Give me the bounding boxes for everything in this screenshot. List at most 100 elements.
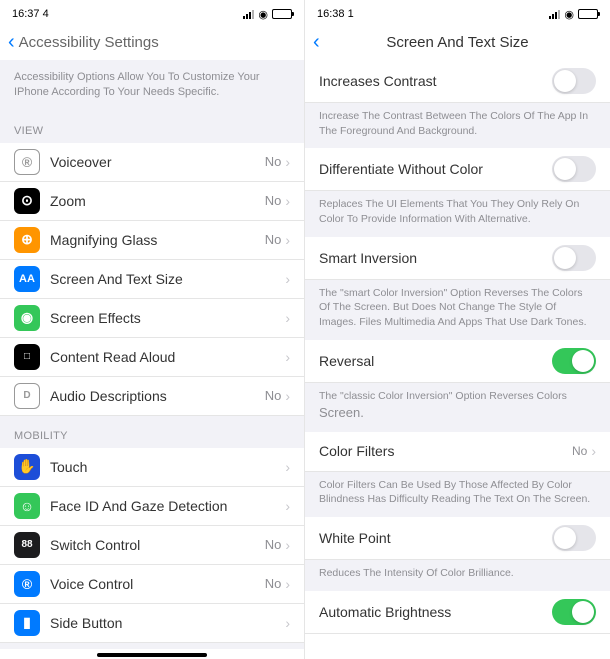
status-time: 16:37 4 xyxy=(12,8,49,20)
chevron-right-icon: › xyxy=(285,310,290,326)
row-readaloud[interactable]: □ Content Read Aloud › xyxy=(0,338,304,377)
row-switch[interactable]: 88 Switch Control No › xyxy=(0,526,304,565)
voiceover-icon: ® xyxy=(14,149,40,175)
touch-icon: ✋ xyxy=(14,454,40,480)
status-bar: 16:37 4 ◉ xyxy=(0,4,304,24)
row-voicectrl[interactable]: ® Voice Control No › xyxy=(0,565,304,604)
battery-icon xyxy=(578,9,598,19)
row-color-filters[interactable]: Color Filters No › xyxy=(305,432,610,472)
chevron-right-icon: › xyxy=(285,537,290,553)
row-auto-brightness[interactable]: Automatic Brightness xyxy=(305,591,610,634)
row-effects[interactable]: ◉ Screen Effects › xyxy=(0,299,304,338)
desc-reversal: The "classic Color Inversion" Option Rev… xyxy=(305,383,610,432)
toggle-autobright[interactable] xyxy=(552,599,596,625)
chevron-right-icon: › xyxy=(285,271,290,287)
home-indicator[interactable] xyxy=(97,653,207,657)
signal-icon xyxy=(243,10,254,19)
desc-whitepoint: Reduces The Intensity Of Color Brillianc… xyxy=(305,560,610,591)
magnifying-icon: ⊕ xyxy=(14,227,40,253)
page-title: Screen And Text Size xyxy=(386,34,528,51)
desc-diffcolor: Replaces The UI Elements That You They O… xyxy=(305,191,610,236)
screentext-icon: AA xyxy=(14,266,40,292)
row-label: Increases Contrast xyxy=(319,73,552,89)
row-diff-color[interactable]: Differentiate Without Color xyxy=(305,148,610,191)
row-label: Switch Control xyxy=(50,537,265,553)
row-label: Voiceover xyxy=(50,154,265,170)
chevron-right-icon: › xyxy=(285,576,290,592)
desc-contrast: Increase The Contrast Between The Colors… xyxy=(305,103,610,148)
toggle-reversal[interactable] xyxy=(552,348,596,374)
zoom-icon: ⊙ xyxy=(14,188,40,214)
signal-icon xyxy=(549,10,560,19)
row-zoom[interactable]: ⊙ Zoom No › xyxy=(0,182,304,221)
chevron-right-icon: › xyxy=(285,232,290,248)
toggle-whitepoint[interactable] xyxy=(552,525,596,551)
readaloud-icon: □ xyxy=(14,344,40,370)
row-label: Color Filters xyxy=(319,443,572,459)
back-button[interactable]: ‹ xyxy=(313,31,320,54)
row-value: No xyxy=(265,388,282,403)
row-smart-inversion[interactable]: Smart Inversion xyxy=(305,237,610,280)
row-label: Magnifying Glass xyxy=(50,232,265,248)
row-label: Screen And Text Size xyxy=(50,271,285,287)
audiodesc-icon: D xyxy=(14,383,40,409)
back-button[interactable]: ‹ xyxy=(8,31,15,54)
row-label: Face ID And Gaze Detection xyxy=(50,498,285,514)
status-bar: 16:38 1 ◉ xyxy=(305,4,610,24)
row-magnifying[interactable]: ⊕ Magnifying Glass No › xyxy=(0,221,304,260)
status-right: ◉ xyxy=(549,8,598,21)
toggle-diffcolor[interactable] xyxy=(552,156,596,182)
desc-text-big: Screen. xyxy=(319,405,364,420)
row-label: Touch xyxy=(50,459,285,475)
row-label: Side Button xyxy=(50,615,285,631)
content-scroll[interactable]: Increases Contrast Increase The Contrast… xyxy=(305,60,610,659)
row-value: No xyxy=(265,193,282,208)
row-screentext[interactable]: AA Screen And Text Size › xyxy=(0,260,304,299)
wifi-icon: ◉ xyxy=(564,8,574,21)
toggle-contrast[interactable] xyxy=(552,68,596,94)
chevron-right-icon: › xyxy=(285,459,290,475)
content-scroll[interactable]: Accessibility Options Allow You To Custo… xyxy=(0,60,304,649)
row-audiodesc[interactable]: D Audio Descriptions No › xyxy=(0,377,304,416)
row-label: Differentiate Without Color xyxy=(319,161,552,177)
switch-icon: 88 xyxy=(14,532,40,558)
chevron-right-icon: › xyxy=(285,349,290,365)
right-phone: 16:38 1 ◉ ‹ Screen And Text Size Increas… xyxy=(305,0,610,659)
desc-text: The "classic Color Inversion" Option Rev… xyxy=(319,390,567,402)
chevron-right-icon: › xyxy=(285,615,290,631)
left-phone: 16:37 4 ◉ ‹ Accessibility Settings Acces… xyxy=(0,0,305,659)
nav-bar: ‹ Screen And Text Size xyxy=(305,24,610,60)
row-touch[interactable]: ✋ Touch › xyxy=(0,448,304,487)
chevron-right-icon: › xyxy=(285,193,290,209)
nav-bar: ‹ Accessibility Settings xyxy=(0,24,304,60)
row-voiceover[interactable]: ® Voiceover No › xyxy=(0,143,304,182)
sidebtn-icon: ▮ xyxy=(14,610,40,636)
row-white-point[interactable]: White Point xyxy=(305,517,610,560)
desc-smartinv: The "smart Color Inversion" Option Rever… xyxy=(305,280,610,340)
row-label: Voice Control xyxy=(50,576,265,592)
row-label: Reversal xyxy=(319,353,552,369)
row-sidebtn[interactable]: ▮ Side Button › xyxy=(0,604,304,643)
row-value: No xyxy=(265,232,282,247)
intro-desc: Accessibility Options Allow You To Custo… xyxy=(0,60,304,111)
toggle-smartinv[interactable] xyxy=(552,245,596,271)
row-label: Zoom xyxy=(50,193,265,209)
status-right: ◉ xyxy=(243,8,292,21)
chevron-right-icon: › xyxy=(285,154,290,170)
row-value: No xyxy=(265,576,282,591)
section-view: VIEW xyxy=(0,111,304,143)
row-label: Content Read Aloud xyxy=(50,349,285,365)
desc-colorfilters: Color Filters Can Be Used By Those Affec… xyxy=(305,472,610,517)
row-increases-contrast[interactable]: Increases Contrast xyxy=(305,60,610,103)
row-reversal[interactable]: Reversal xyxy=(305,340,610,383)
chevron-right-icon: › xyxy=(285,388,290,404)
section-mobility: MOBILITY xyxy=(0,416,304,448)
row-faceid[interactable]: ☺ Face ID And Gaze Detection › xyxy=(0,487,304,526)
status-time: 16:38 1 xyxy=(317,8,354,20)
effects-icon: ◉ xyxy=(14,305,40,331)
row-label: Screen Effects xyxy=(50,310,285,326)
chevron-right-icon: › xyxy=(591,443,596,459)
wifi-icon: ◉ xyxy=(258,8,268,21)
battery-icon xyxy=(272,9,292,19)
row-value: No xyxy=(265,154,282,169)
